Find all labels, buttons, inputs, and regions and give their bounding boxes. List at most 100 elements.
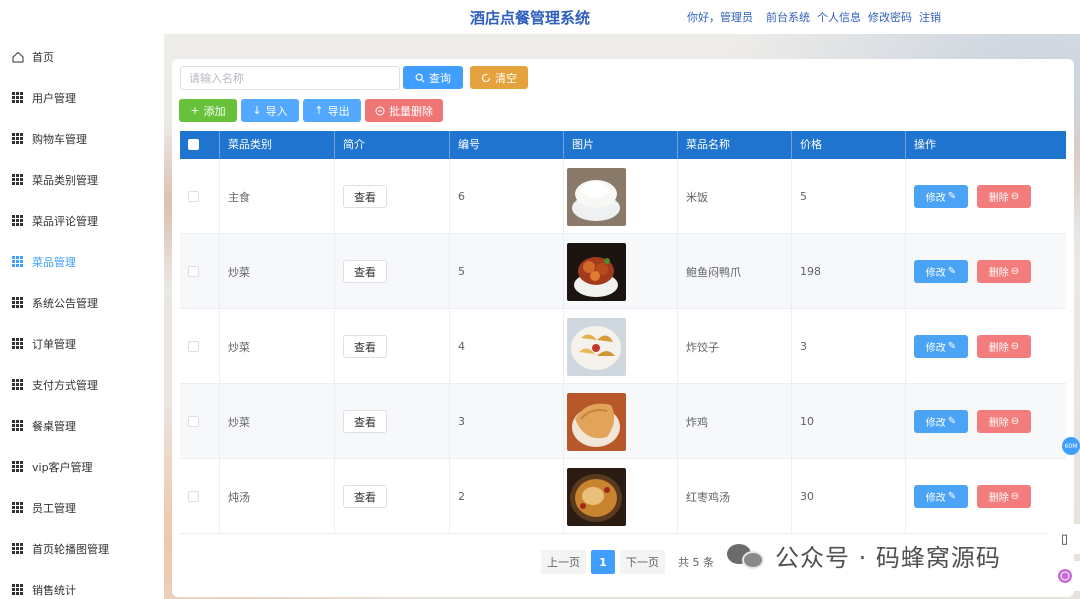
watermark: 公众号 · 码蜂窝源码 <box>727 538 1001 573</box>
sidebar-item-cart[interactable]: 购物车管理 <box>12 129 87 149</box>
sidebar-item-users[interactable]: 用户管理 <box>12 88 76 108</box>
floating-badge[interactable]: 60M <box>1062 437 1080 455</box>
edit-button[interactable]: 修改 ✎ <box>914 260 968 283</box>
sidebar-item-dish-category[interactable]: 菜品类别管理 <box>12 170 98 190</box>
remove-icon: ⊖ <box>1010 341 1020 352</box>
arrow-down-icon: ↓ <box>252 104 262 117</box>
cell-price: 198 <box>800 265 821 278</box>
table-row: 炖汤 查看 2 红枣鸡汤 30 修改 ✎ 删除 ⊖ <box>180 459 1066 534</box>
search-input[interactable] <box>180 66 400 90</box>
delete-button[interactable]: 删除 ⊖ <box>977 260 1031 283</box>
grid-icon <box>12 502 24 514</box>
grid-icon <box>12 256 24 268</box>
view-intro-button[interactable]: 查看 <box>343 185 387 208</box>
row-checkbox[interactable] <box>188 491 199 502</box>
column-header-name: 菜品名称 <box>678 131 792 159</box>
dish-image-rice <box>567 167 626 226</box>
column-header-id: 编号 <box>450 131 564 159</box>
edit-icon: ✎ <box>947 416 957 427</box>
sidebar-item-label: 员工管理 <box>32 502 76 515</box>
sidebar-item-dishes[interactable]: 菜品管理 <box>12 252 76 272</box>
remove-icon: ⊖ <box>1010 491 1020 502</box>
cell-id: 2 <box>458 490 465 503</box>
prev-page-button[interactable]: 上一页 <box>541 550 586 574</box>
column-header-category: 菜品类别 <box>220 131 335 159</box>
sidebar-item-sales[interactable]: 销售统计 <box>12 580 76 599</box>
view-intro-button[interactable]: 查看 <box>343 335 387 358</box>
sidebar-item-carousel[interactable]: 首页轮播图管理 <box>12 539 109 559</box>
table-row: 炒菜 查看 5 鲍鱼闷鸭爪 198 修改 ✎ 删除 ⊖ <box>180 234 1066 309</box>
sidebar-item-announcements[interactable]: 系统公告管理 <box>12 293 98 313</box>
row-checkbox[interactable] <box>188 416 199 427</box>
frontend-link[interactable]: 前台系统 <box>766 9 810 25</box>
edit-button[interactable]: 修改 ✎ <box>914 485 968 508</box>
page-number-button[interactable]: 1 <box>591 550 615 574</box>
sidebar-item-vip[interactable]: vip客户管理 <box>12 457 93 477</box>
clear-button[interactable]: 清空 <box>470 66 528 89</box>
sidebar-item-payment[interactable]: 支付方式管理 <box>12 375 98 395</box>
cell-dish-name: 米饭 <box>686 190 708 204</box>
sidebar-item-label: 支付方式管理 <box>32 379 98 392</box>
sidebar-item-orders[interactable]: 订单管理 <box>12 334 76 354</box>
row-checkbox[interactable] <box>188 191 199 202</box>
edit-icon: ✎ <box>947 341 957 352</box>
total-count: 共 5 条 <box>678 556 714 569</box>
sidebar-item-dish-comments[interactable]: 菜品评论管理 <box>12 211 98 231</box>
sidebar-item-home[interactable]: 首页 <box>12 47 54 67</box>
edit-button[interactable]: 修改 ✎ <box>914 335 968 358</box>
grid-icon <box>12 543 24 555</box>
sidebar-item-tables[interactable]: 餐桌管理 <box>12 416 76 436</box>
add-label: 添加 <box>203 104 226 118</box>
export-button[interactable]: ↑ 导出 <box>303 99 361 122</box>
remove-icon: ⊖ <box>1010 416 1020 427</box>
import-button[interactable]: ↓ 导入 <box>241 99 299 122</box>
view-intro-button[interactable]: 查看 <box>343 260 387 283</box>
sidebar-item-label: 餐桌管理 <box>32 420 76 433</box>
row-checkbox[interactable] <box>188 341 199 352</box>
select-all-cell <box>180 131 220 159</box>
cell-category: 炒菜 <box>228 340 250 354</box>
brain-icon[interactable] <box>1049 561 1080 591</box>
sidebar-item-label: 订单管理 <box>32 338 76 351</box>
add-button[interactable]: + 添加 <box>179 99 237 122</box>
profile-link[interactable]: 个人信息 <box>817 9 861 25</box>
logout-link[interactable]: 注销 <box>919 9 941 25</box>
query-button[interactable]: 查询 <box>403 66 463 89</box>
edit-button[interactable]: 修改 ✎ <box>914 185 968 208</box>
sidebar: 首页 用户管理 购物车管理 菜品类别管理 菜品评论管理 菜品管理 系统公告管理 … <box>0 34 164 599</box>
view-intro-button[interactable]: 查看 <box>343 485 387 508</box>
row-checkbox[interactable] <box>188 266 199 277</box>
view-intro-button[interactable]: 查看 <box>343 410 387 433</box>
table-row: 炒菜 查看 3 炸鸡 10 修改 ✎ 删除 ⊖ <box>180 384 1066 459</box>
cell-price: 3 <box>800 340 807 353</box>
query-label: 查询 <box>429 71 451 85</box>
cell-dish-name: 鲍鱼闷鸭爪 <box>686 265 741 279</box>
main-panel: 查询 清空 + 添加 ↓ 导入 ↑ 导出 批量删除 菜品类别 简介 编号 图片 … <box>172 59 1074 597</box>
import-label: 导入 <box>265 104 288 118</box>
cell-id: 3 <box>458 415 465 428</box>
delete-button[interactable]: 删除 ⊖ <box>977 335 1031 358</box>
plus-icon: + <box>190 104 200 117</box>
edit-button[interactable]: 修改 ✎ <box>914 410 968 433</box>
sidebar-item-label: 菜品类别管理 <box>32 174 98 187</box>
grid-icon <box>12 461 24 473</box>
column-header-price: 价格 <box>792 131 906 159</box>
grid-icon <box>12 338 24 350</box>
select-all-checkbox[interactable] <box>188 139 199 150</box>
delete-button[interactable]: 删除 ⊖ <box>977 410 1031 433</box>
next-page-button[interactable]: 下一页 <box>620 550 665 574</box>
book-icon[interactable]: ▯ <box>1049 524 1080 554</box>
delete-button[interactable]: 删除 ⊖ <box>977 485 1031 508</box>
delete-button[interactable]: 删除 ⊖ <box>977 185 1031 208</box>
sidebar-item-staff[interactable]: 员工管理 <box>12 498 76 518</box>
change-password-link[interactable]: 修改密码 <box>868 9 912 25</box>
refresh-icon <box>481 73 491 82</box>
batch-delete-button[interactable]: 批量删除 <box>365 99 443 122</box>
cell-category: 炖汤 <box>228 490 250 504</box>
cell-price: 10 <box>800 415 814 428</box>
dish-image-abalone <box>567 242 626 301</box>
grid-icon <box>12 92 24 104</box>
sidebar-item-label: 销售统计 <box>32 584 76 597</box>
cell-id: 6 <box>458 190 465 203</box>
search-icon <box>415 73 425 82</box>
